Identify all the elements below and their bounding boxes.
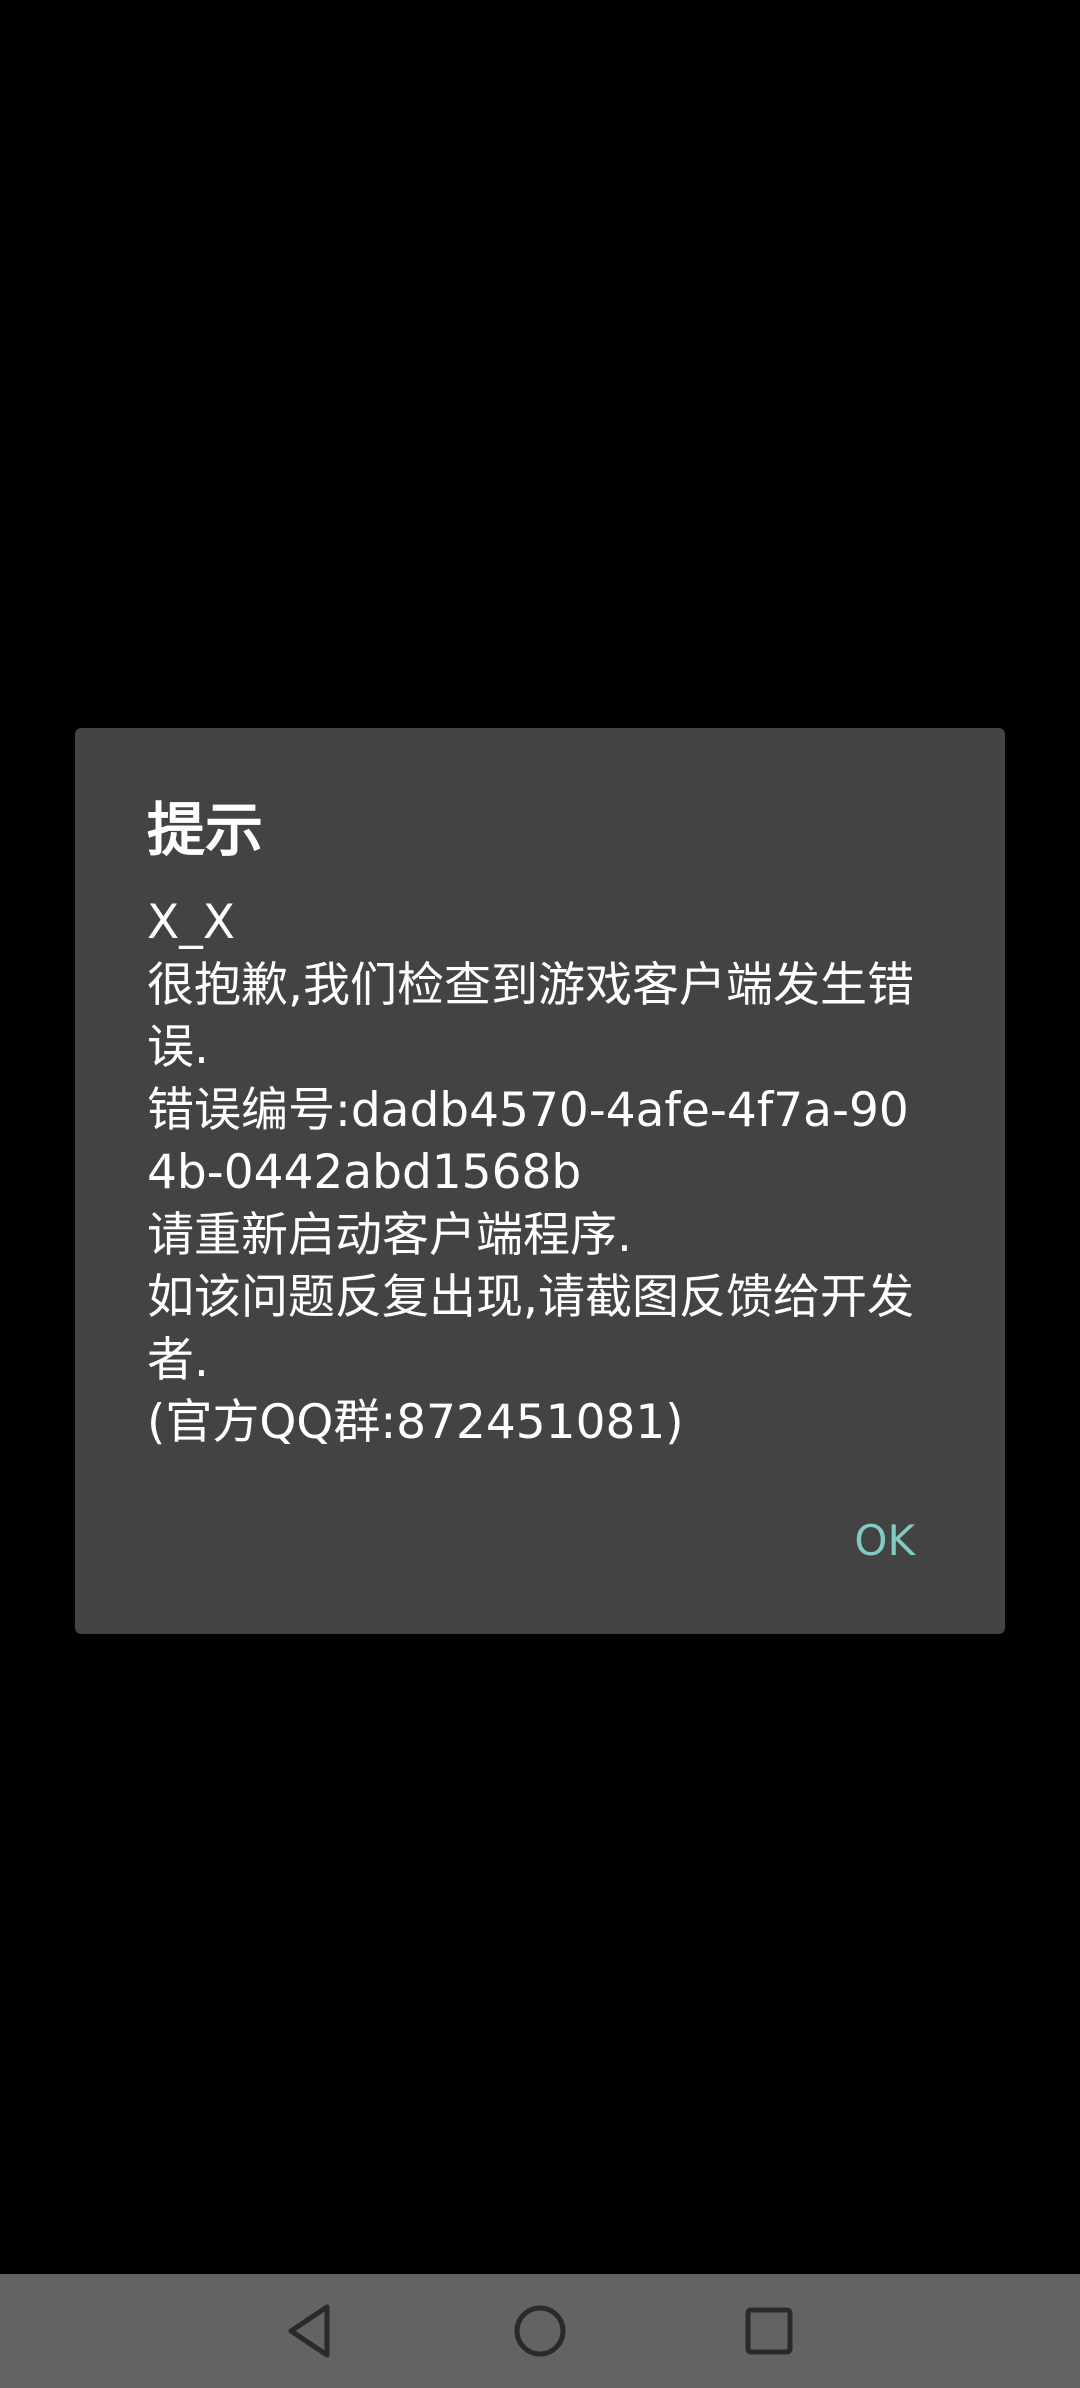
dialog-message: X_X 很抱歉,我们检查到游戏客户端发生错误. 错误编号:dadb4570-4a… xyxy=(147,895,914,1450)
dialog-actions: OK xyxy=(832,1500,937,1580)
recent-apps-button[interactable] xyxy=(729,2291,809,2371)
back-button[interactable] xyxy=(270,2291,350,2371)
home-icon xyxy=(514,2305,566,2357)
recent-apps-icon xyxy=(745,2307,793,2355)
dialog-title: 提示 xyxy=(147,796,264,864)
home-button[interactable] xyxy=(500,2291,580,2371)
back-icon xyxy=(288,2304,330,2358)
error-dialog: 提示 X_X 很抱歉,我们检查到游戏客户端发生错误. 错误编号:dadb4570… xyxy=(75,728,1005,1634)
navigation-bar xyxy=(0,2274,1080,2388)
app-screen: 提示 X_X 很抱歉,我们检查到游戏客户端发生错误. 错误编号:dadb4570… xyxy=(0,0,1080,2274)
ok-button[interactable]: OK xyxy=(832,1506,937,1575)
